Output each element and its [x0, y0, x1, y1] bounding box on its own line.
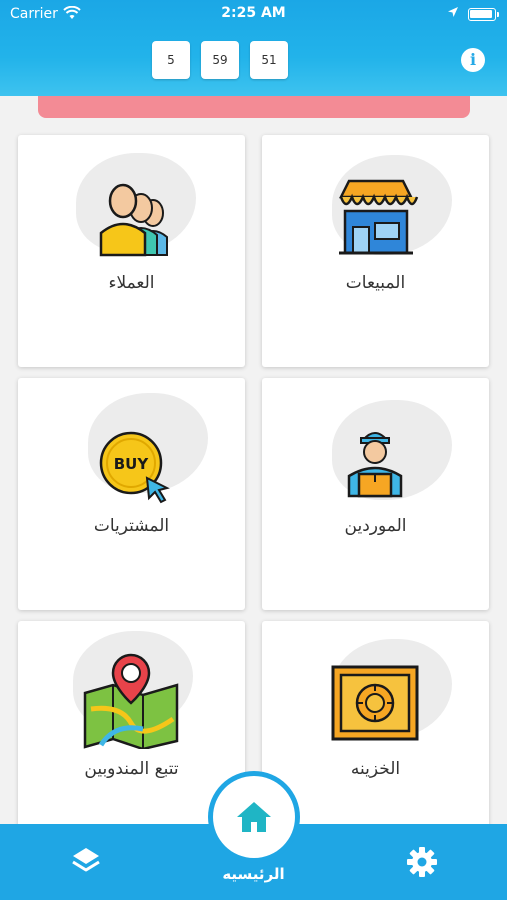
- battery-icon: [468, 8, 496, 21]
- card-label: تتبع المندوبين: [84, 759, 179, 779]
- status-bar: Carrier 2:25 AM: [0, 0, 507, 28]
- location-icon: [448, 7, 458, 17]
- timer-minutes: 59: [201, 41, 239, 79]
- buy-icon: BUY: [99, 431, 170, 504]
- banner-strip: [0, 96, 507, 120]
- card-suppliers[interactable]: الموردين: [262, 378, 489, 610]
- info-icon[interactable]: i: [461, 48, 485, 72]
- customers-icon: [99, 183, 168, 257]
- home-icon: [237, 802, 271, 832]
- card-customers[interactable]: العملاء: [18, 135, 245, 367]
- header-bar: Carrier 2:25 AM 5 59 51 i: [0, 0, 507, 96]
- timer-hours: 5: [152, 41, 190, 79]
- home-button[interactable]: [208, 771, 300, 863]
- card-label: المبيعات: [345, 273, 406, 293]
- card-sales[interactable]: المبيعات: [262, 135, 489, 367]
- map-pin-icon: [83, 653, 179, 749]
- timer-seconds: 51: [250, 41, 288, 79]
- card-purchases[interactable]: BUY المشتريات: [18, 378, 245, 610]
- banner-pink: [38, 96, 470, 118]
- layers-icon[interactable]: [70, 845, 102, 877]
- shop-icon: [338, 179, 419, 255]
- card-label: الموردين: [344, 516, 407, 536]
- card-label: الخزينه: [350, 759, 401, 779]
- supplier-icon: [347, 432, 403, 498]
- gear-icon[interactable]: [406, 846, 438, 878]
- safe-icon: [331, 665, 419, 741]
- svg-text:BUY: BUY: [114, 455, 150, 473]
- battery-tip: [497, 12, 499, 17]
- card-label: العملاء: [108, 273, 155, 293]
- card-label: المشتريات: [93, 516, 170, 536]
- status-time: 2:25 AM: [221, 5, 286, 21]
